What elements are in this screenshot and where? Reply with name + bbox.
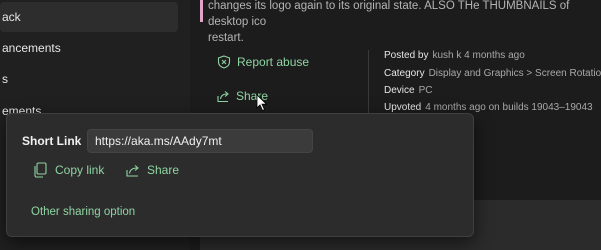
flyout-share-button[interactable]: Share [125,162,179,178]
sidebar-item-enhancements[interactable]: ancements [0,33,178,63]
report-abuse-button[interactable]: Report abuse [217,55,309,69]
sidebar-item-label: ack [2,10,21,24]
device-row: Device PC [384,85,433,96]
divider [368,50,369,120]
feedback-hub-page: ack ancements s ements changes its logo … [0,0,601,250]
sidebar-item-label: s [2,72,8,86]
short-link-field[interactable]: https://aka.ms/AAdy7mt [87,129,313,153]
share-icon [217,91,229,103]
feedback-description: changes its logo again to its original s… [208,0,570,44]
copy-icon [34,162,47,178]
quote-bar [200,0,203,22]
sidebar-item-feedback[interactable]: ack [0,2,178,32]
copy-link-button[interactable]: Copy link [33,162,104,178]
share-icon [126,165,139,177]
other-sharing-option-link[interactable]: Other sharing option [31,206,135,218]
shield-x-icon [217,55,231,69]
copy-link-label: Copy link [55,163,105,177]
sidebar-item-label: ancements [2,41,61,55]
category-row: Category Display and Graphics > Screen Ro… [384,68,601,79]
share-flyout: Short Link https://aka.ms/AAdy7mt Copy l… [6,113,474,237]
short-link-label: Short Link [22,134,82,148]
sidebar-item-3[interactable]: s [0,64,178,94]
posted-by-row: Posted by kush k 4 months ago [384,50,525,61]
report-abuse-label: Report abuse [237,55,310,69]
mouse-cursor-icon [256,94,268,112]
flyout-share-label: Share [147,163,180,177]
